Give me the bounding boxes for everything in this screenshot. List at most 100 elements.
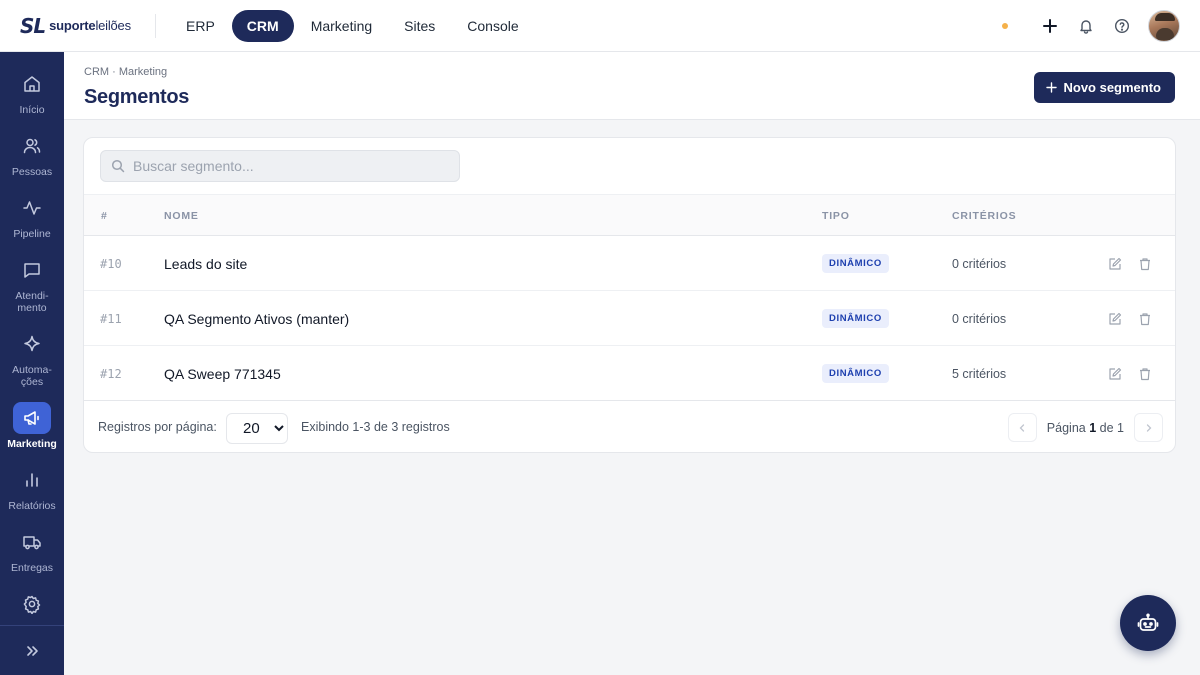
type-badge: DINÂMICO	[822, 309, 889, 328]
help-icon[interactable]	[1104, 8, 1140, 44]
segment-name[interactable]: Leads do site	[164, 236, 247, 291]
plus-icon[interactable]	[1032, 8, 1068, 44]
logo-text: suporteleilões	[49, 18, 131, 33]
page-header: CRM · Marketing Segmentos Novo segmento	[64, 52, 1200, 120]
activity-icon	[13, 192, 51, 224]
page-prefix: Página	[1046, 420, 1086, 435]
breadcrumb: CRM · Marketing	[84, 66, 168, 78]
sidebar-label: Pessoas	[11, 166, 53, 178]
logo-mark: SL	[20, 13, 46, 38]
topnav-sites[interactable]: Sites	[389, 10, 450, 42]
column-header-type[interactable]: TIPO	[822, 210, 850, 222]
segment-id: #11	[100, 311, 122, 326]
home-icon	[13, 68, 51, 100]
table-header: # NOME TIPO CRITÉRIOS	[84, 194, 1175, 236]
type-badge: DINÂMICO	[822, 254, 889, 273]
column-header-id: #	[101, 210, 108, 222]
new-segment-label: Novo segmento	[1063, 80, 1161, 95]
pagination: Página 1 de 1	[1007, 413, 1163, 442]
bar-chart-icon	[13, 464, 51, 496]
edit-icon[interactable]	[1108, 367, 1122, 381]
sidebar-item-atendimento[interactable]: Atendi- mento	[0, 254, 64, 314]
column-header-name[interactable]: NOME	[164, 210, 199, 222]
search-input[interactable]	[133, 158, 433, 174]
next-page-button[interactable]	[1134, 413, 1163, 442]
brand-logo[interactable]: SL suporteleilões	[0, 13, 156, 38]
segment-criteria: 0 critérios	[952, 311, 1007, 326]
column-header-criteria[interactable]: CRITÉRIOS	[952, 210, 1016, 222]
page-current: 1	[1089, 420, 1097, 435]
top-nav: ERP CRM Marketing Sites Console	[171, 9, 534, 42]
prev-page-button[interactable]	[1007, 413, 1037, 442]
segment-type: DINÂMICO	[822, 291, 889, 346]
top-bar: SL suporteleilões ERP CRM Marketing Site…	[0, 0, 1200, 52]
edit-icon[interactable]	[1108, 312, 1122, 326]
sidebar-item-marketing[interactable]: Marketing	[0, 402, 64, 450]
sidebar: Início Pessoas Pipeline Atendi- mento Au…	[0, 52, 64, 675]
topnav-console[interactable]: Console	[452, 10, 533, 42]
delete-icon[interactable]	[1138, 257, 1152, 271]
page-indicator: Página 1 de 1	[1047, 421, 1124, 435]
sidebar-item-pessoas[interactable]: Pessoas	[0, 130, 64, 178]
sidebar-item-settings[interactable]	[0, 588, 64, 620]
message-icon	[13, 254, 51, 286]
edit-icon[interactable]	[1108, 257, 1122, 271]
table-row[interactable]: #11 QA Segmento Ativos (manter) DINÂMICO…	[84, 291, 1175, 346]
table-footer: Registros por página: 20 Exibindo 1-3 de…	[84, 400, 1175, 452]
sidebar-item-pipeline[interactable]: Pipeline	[0, 192, 64, 240]
segment-id: #10	[100, 256, 122, 271]
chevrons-right-icon	[25, 644, 39, 658]
page-of: de	[1099, 420, 1114, 435]
assistant-bot-button[interactable]	[1120, 595, 1176, 651]
users-icon	[13, 130, 51, 162]
sidebar-item-relatorios[interactable]: Relatórios	[0, 464, 64, 512]
table-row[interactable]: #10 Leads do site DINÂMICO 0 critérios	[84, 236, 1175, 291]
records-summary: Exibindo 1-3 de 3 registros	[301, 420, 450, 434]
sidebar-item-entregas[interactable]: Entregas	[0, 526, 64, 574]
segment-criteria: 0 critérios	[952, 256, 1007, 271]
sparkle-icon	[13, 328, 51, 360]
top-actions	[1002, 0, 1180, 52]
row-actions	[1108, 291, 1152, 346]
page-title: Segmentos	[84, 86, 190, 108]
delete-icon[interactable]	[1138, 367, 1152, 381]
logo-text-light: leilões	[95, 18, 131, 33]
gear-icon	[13, 588, 51, 620]
chevron-left-icon	[1017, 423, 1027, 433]
robot-icon	[1137, 612, 1159, 634]
topnav-crm[interactable]: CRM	[231, 9, 294, 42]
type-badge: DINÂMICO	[822, 364, 889, 383]
row-actions	[1108, 236, 1152, 291]
segment-id: #12	[100, 366, 122, 381]
sidebar-label: Pipeline	[13, 228, 51, 240]
plus-icon	[1046, 82, 1058, 93]
new-segment-button[interactable]: Novo segmento	[1034, 72, 1175, 103]
delete-icon[interactable]	[1138, 312, 1152, 326]
sidebar-label: Relatórios	[8, 500, 56, 512]
chevron-right-icon	[1144, 423, 1154, 433]
sidebar-label: Atendi- mento	[15, 290, 49, 314]
table-row[interactable]: #12 QA Sweep 771345 DINÂMICO 5 critérios	[84, 346, 1175, 401]
segments-card: # NOME TIPO CRITÉRIOS #10 Leads do site …	[83, 137, 1176, 453]
avatar[interactable]	[1148, 10, 1180, 42]
topnav-erp[interactable]: ERP	[171, 10, 230, 42]
topnav-marketing[interactable]: Marketing	[296, 10, 387, 42]
segment-type: DINÂMICO	[822, 236, 889, 291]
segment-type: DINÂMICO	[822, 346, 889, 401]
megaphone-icon	[13, 402, 51, 434]
sidebar-label: Automa- ções	[12, 364, 52, 388]
sidebar-label: Início	[19, 104, 45, 116]
sidebar-item-automacoes[interactable]: Automa- ções	[0, 328, 64, 388]
per-page-select[interactable]: 20	[226, 413, 288, 444]
search-box	[100, 150, 460, 182]
sidebar-item-inicio[interactable]: Início	[0, 68, 64, 116]
per-page-label: Registros por página:	[98, 420, 217, 434]
page-total: 1	[1117, 420, 1124, 435]
row-actions	[1108, 346, 1152, 401]
bell-icon[interactable]	[1068, 8, 1104, 44]
sidebar-expand-button[interactable]	[0, 625, 64, 675]
sidebar-label: Marketing	[7, 438, 57, 450]
logo-text-bold: suporte	[49, 18, 96, 33]
segment-name[interactable]: QA Segmento Ativos (manter)	[164, 291, 349, 346]
segment-name[interactable]: QA Sweep 771345	[164, 346, 281, 401]
